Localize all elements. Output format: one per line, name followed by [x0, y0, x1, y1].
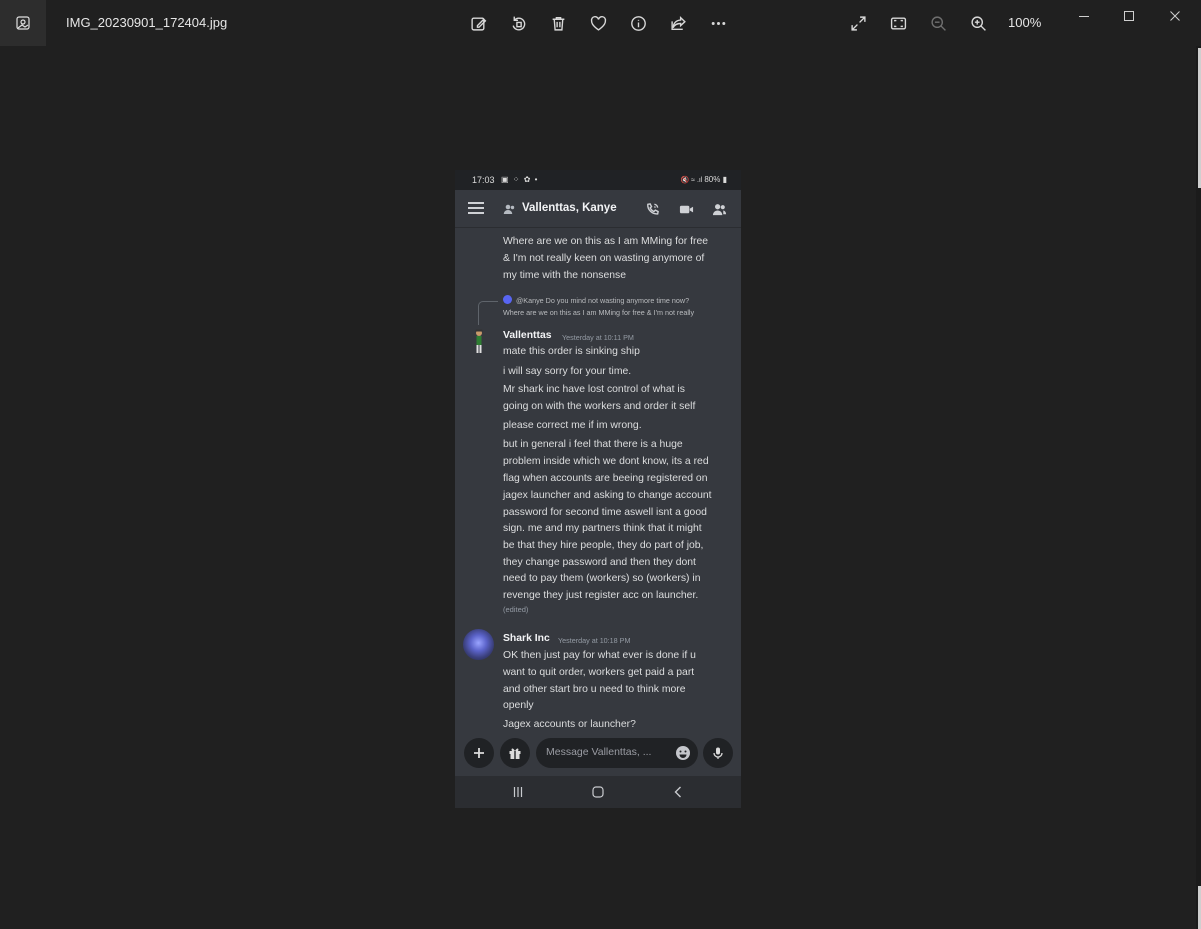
plus-icon: [474, 748, 484, 758]
message-line: Mr shark inc have lost control of what i…: [503, 384, 685, 395]
status-time: 17:03: [472, 175, 495, 185]
message-line: flag when accounts are beeing registered…: [503, 473, 708, 484]
zoom-out-icon[interactable]: [926, 11, 950, 35]
add-attachment-button[interactable]: [464, 738, 494, 768]
message-line: please correct me if im wrong.: [503, 420, 642, 431]
message-line: jagex launcher and asking to change acco…: [503, 490, 712, 501]
message-line: sign. me and my partners think that it m…: [503, 523, 702, 534]
message-line: be that they hire people, they do part o…: [503, 540, 704, 551]
members-icon[interactable]: [710, 200, 728, 218]
zoom-in-icon[interactable]: [966, 11, 990, 35]
recent-apps-icon[interactable]: [510, 784, 526, 800]
info-icon[interactable]: [626, 11, 650, 35]
message-line: mate this order is sinking ship: [503, 346, 640, 357]
message-line: but in general i feel that there is a hu…: [503, 439, 683, 450]
message-list[interactable]: Where are we on this as I am MMing for f…: [455, 228, 741, 730]
message-line: problem inside which we dont know, its a…: [503, 456, 709, 467]
phone-status-bar: 17:03 ▣ ⁘ ✿ • 🔇 ≈ .ıl 80% ▮: [455, 170, 741, 190]
group-dm-icon: [503, 202, 516, 220]
message-composer: Message Vallenttas, ...: [455, 730, 741, 776]
shark-inc-avatar[interactable]: [463, 629, 494, 660]
share-icon[interactable]: [666, 11, 690, 35]
message-line: going on with the workers and order it s…: [503, 401, 696, 412]
emoji-icon[interactable]: [675, 745, 691, 761]
dm-title: Vallenttas, Kanye: [522, 202, 617, 214]
reply-avatar: [503, 295, 512, 304]
message-line: want to quit order, workers get paid a p…: [503, 667, 695, 678]
delete-icon[interactable]: [546, 11, 570, 35]
viewer-scrollbar[interactable]: [1196, 46, 1201, 929]
reply-preview-continued[interactable]: Where are we on this as I am MMing for f…: [503, 308, 694, 317]
vallenttas-avatar[interactable]: [472, 329, 486, 355]
message-line: revenge they just register acc on launch…: [503, 590, 699, 601]
message-line: & I'm not really keen on wasting anymore…: [503, 253, 705, 264]
menu-icon[interactable]: [468, 202, 484, 214]
message-line: and other start bro u need to think more: [503, 684, 686, 695]
maximize-icon[interactable]: [1114, 4, 1144, 28]
displayed-image: 17:03 ▣ ⁘ ✿ • 🔇 ≈ .ıl 80% ▮ Vallenttas, …: [455, 170, 741, 808]
minimize-icon[interactable]: [1069, 4, 1099, 28]
file-name: IMG_20230901_172404.jpg: [66, 15, 228, 30]
favorite-icon[interactable]: [586, 11, 610, 35]
dm-header: Vallenttas, Kanye: [455, 190, 741, 228]
more-icon[interactable]: [706, 11, 730, 35]
voice-call-icon[interactable]: [643, 200, 661, 218]
message-timestamp: Yesterday at 10:18 PM: [558, 636, 631, 645]
reply-connector: [478, 301, 498, 325]
edited-label: (edited): [503, 605, 529, 614]
message-author[interactable]: Shark Inc: [503, 633, 550, 644]
zoom-level[interactable]: 100%: [1008, 15, 1041, 30]
message-input[interactable]: Message Vallenttas, ...: [536, 738, 698, 768]
message-line: need to pay them (workers) so (workers) …: [503, 573, 701, 584]
message-line: password for second time aswell isnt a g…: [503, 507, 707, 518]
message-line: i will say sorry for your time.: [503, 366, 632, 377]
message-line: Jagex accounts or launcher?: [503, 719, 636, 730]
message-line: my time with the nonsense: [503, 270, 627, 281]
status-battery: 🔇 ≈ .ıl 80% ▮: [680, 175, 727, 184]
message-line: OK then just pay for what ever is done i…: [503, 650, 696, 661]
message-line: Where are we on this as I am MMing for f…: [503, 236, 709, 247]
voice-message-button[interactable]: [703, 738, 733, 768]
edit-icon[interactable]: [466, 11, 490, 35]
gift-icon: [509, 748, 521, 759]
fullscreen-icon[interactable]: [846, 11, 870, 35]
message-author[interactable]: Vallenttas: [503, 330, 552, 341]
photos-app-icon[interactable]: [0, 0, 46, 46]
message-line: they change password and then they dont: [503, 557, 696, 568]
message-timestamp: Yesterday at 10:11 PM: [562, 333, 634, 342]
message-line: openly: [503, 700, 534, 711]
video-call-icon[interactable]: [677, 200, 695, 218]
microphone-icon: [713, 747, 723, 759]
android-nav-bar: [455, 776, 741, 808]
status-notification-icons: ▣ ⁘ ✿ •: [501, 175, 539, 184]
fit-icon[interactable]: [886, 11, 910, 35]
home-icon[interactable]: [590, 784, 606, 800]
message-input-placeholder: Message Vallenttas, ...: [546, 746, 652, 758]
close-icon[interactable]: [1160, 4, 1190, 28]
viewer-titlebar: IMG_20230901_172404.jpg 100%: [0, 0, 1201, 46]
back-icon[interactable]: [670, 784, 686, 800]
rotate-icon[interactable]: [506, 11, 530, 35]
gift-button[interactable]: [500, 738, 530, 768]
reply-preview[interactable]: @Kanye Do you mind not wasting anymore t…: [516, 296, 689, 305]
